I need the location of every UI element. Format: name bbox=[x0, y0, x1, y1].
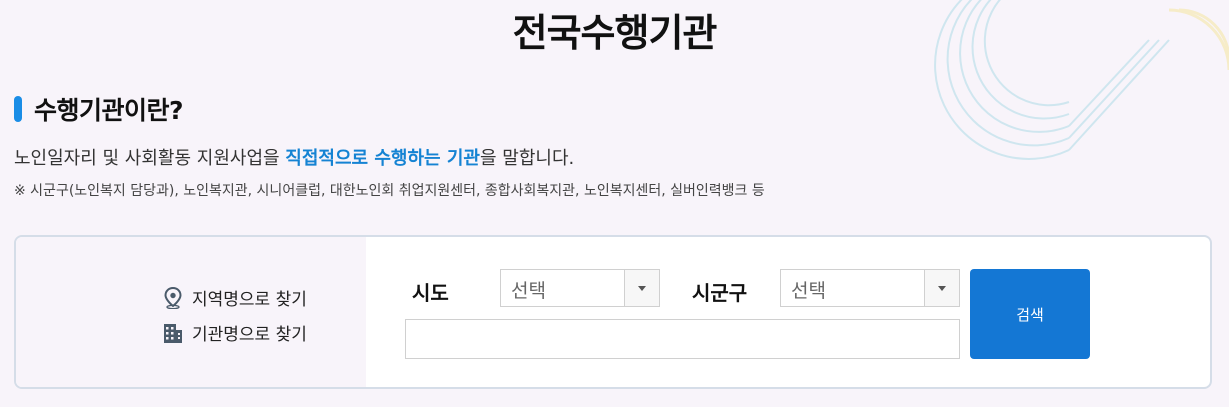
sigungu-select[interactable]: 선택 bbox=[780, 269, 960, 307]
sido-dropdown-arrow[interactable] bbox=[624, 270, 659, 306]
building-icon bbox=[162, 322, 184, 344]
sigungu-select-value: 선택 bbox=[791, 280, 826, 302]
section-note: ※ 시군구(노인복지 담당과), 노인복지관, 시니어클럽, 대한노인회 취업지… bbox=[14, 183, 765, 199]
section-heading-text: 수행기관이란? bbox=[34, 96, 184, 125]
search-by-name-label: 기관명으로 찾기 bbox=[192, 325, 307, 345]
sigungu-label: 시군구 bbox=[692, 281, 748, 305]
search-by-region-label: 지역명으로 찾기 bbox=[192, 290, 307, 310]
sido-select-value: 선택 bbox=[511, 280, 546, 302]
search-by-name-link[interactable]: 기관명으로 찾기 bbox=[162, 320, 307, 345]
chevron-down-icon bbox=[938, 285, 946, 291]
page-title: 전국수행기관 bbox=[512, 11, 718, 55]
chevron-down-icon bbox=[638, 285, 646, 291]
sigungu-dropdown-arrow[interactable] bbox=[924, 270, 959, 306]
search-by-region-link[interactable]: 지역명으로 찾기 bbox=[162, 285, 307, 310]
description-text-after: 을 말합니다. bbox=[480, 148, 575, 169]
section-heading: 수행기관이란? bbox=[14, 92, 184, 126]
sido-select[interactable]: 선택 bbox=[500, 269, 660, 307]
location-pin-icon bbox=[162, 286, 184, 309]
search-panel: 지역명으로 찾기 기관명으로 찾기 시도 선택 시군구 선택 검색 bbox=[14, 235, 1212, 389]
search-button[interactable]: 검색 bbox=[970, 269, 1090, 359]
description-text-before: 노인일자리 및 사회활동 지원사업을 bbox=[14, 148, 286, 169]
heading-accent-bar bbox=[14, 96, 22, 122]
institution-name-input[interactable] bbox=[405, 319, 960, 359]
section-description: 노인일자리 및 사회활동 지원사업을 직접적으로 수행하는 기관을 말합니다. bbox=[14, 144, 574, 170]
description-highlight: 직접적으로 수행하는 기관 bbox=[285, 148, 480, 169]
sido-label: 시도 bbox=[412, 281, 449, 305]
search-mode-panel: 지역명으로 찾기 기관명으로 찾기 bbox=[16, 237, 366, 387]
